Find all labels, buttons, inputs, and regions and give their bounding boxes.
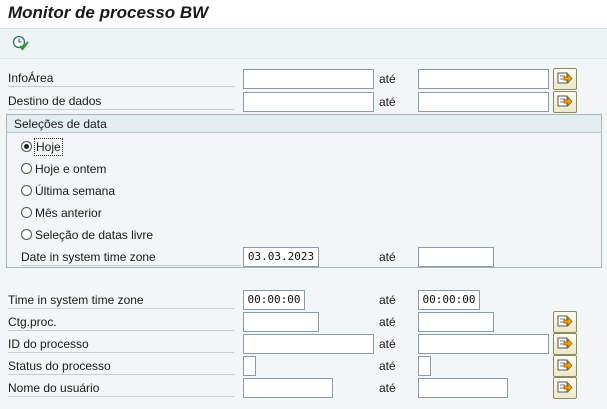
execute-button[interactable]	[11, 34, 31, 52]
infoarea-label: InfoÁrea	[8, 70, 234, 87]
time-system-zone-to-label: até	[379, 293, 396, 307]
radio-previous-month-label: Mês anterior	[35, 206, 102, 220]
multiple-selection-icon	[557, 315, 573, 327]
process-category-to-label: até	[379, 315, 396, 329]
data-target-multiple-selection-button[interactable]	[553, 91, 577, 113]
data-target-to-input[interactable]	[418, 92, 549, 112]
infoarea-to-label: até	[379, 72, 396, 86]
time-system-zone-to-input[interactable]: 00:00:00	[418, 290, 480, 310]
radio-button[interactable]	[21, 163, 32, 174]
multiple-selection-icon	[557, 359, 573, 371]
user-name-multiple-selection-button[interactable]	[553, 377, 577, 399]
radio-button[interactable]	[21, 207, 32, 218]
radio-free-date-selection-label: Seleção de datas livre	[35, 228, 154, 242]
radio-last-week-label: Última semana	[35, 184, 116, 198]
process-id-label: ID do processo	[8, 336, 234, 353]
radio-button[interactable]	[21, 141, 32, 152]
multiple-selection-icon	[557, 337, 573, 349]
multiple-selection-icon	[557, 72, 573, 84]
user-name-to-input[interactable]	[418, 378, 508, 398]
process-status-from-input[interactable]	[243, 356, 256, 376]
process-status-multiple-selection-button[interactable]	[553, 355, 577, 377]
process-status-to-label: até	[379, 359, 396, 373]
execute-clock-icon	[12, 35, 29, 51]
radio-button[interactable]	[21, 229, 32, 240]
date-system-zone-to-label: até	[379, 250, 396, 264]
data-target-from-input[interactable]	[243, 92, 374, 112]
user-name-label: Nome do usuário	[8, 380, 234, 397]
radio-selected-dot	[24, 144, 29, 149]
application-toolbar	[0, 29, 607, 59]
data-target-to-label: até	[379, 95, 396, 109]
infoarea-from-input[interactable]	[243, 69, 374, 89]
date-selection-group-title: Seleções de data	[7, 115, 601, 133]
radio-button[interactable]	[21, 185, 32, 196]
process-id-to-input[interactable]	[418, 334, 549, 354]
process-id-multiple-selection-button[interactable]	[553, 333, 577, 355]
process-status-to-input[interactable]	[418, 356, 431, 376]
time-system-zone-from-input[interactable]: 00:00:00	[243, 290, 305, 310]
process-category-multiple-selection-button[interactable]	[553, 311, 577, 333]
page-title: Monitor de processo BW	[8, 3, 209, 22]
process-status-label: Status do processo	[8, 358, 234, 375]
process-category-from-input[interactable]	[243, 312, 319, 332]
user-name-from-input[interactable]	[243, 378, 333, 398]
date-system-zone-to-input[interactable]	[418, 247, 494, 267]
process-id-to-label: até	[379, 337, 396, 351]
date-selection-group: Seleções de data Hoje Hoje e ontem Últim…	[6, 114, 602, 268]
infoarea-to-input[interactable]	[418, 69, 549, 89]
date-system-zone-from-input[interactable]: 03.03.2023	[243, 247, 319, 267]
date-system-zone-label: Date in system time zone	[21, 249, 241, 266]
radio-today-label: Hoje	[34, 138, 63, 156]
process-category-label: Ctg.proc.	[8, 314, 234, 331]
multiple-selection-icon	[557, 381, 573, 393]
time-system-zone-label: Time in system time zone	[8, 292, 234, 309]
process-category-to-input[interactable]	[418, 312, 494, 332]
process-id-from-input[interactable]	[243, 334, 374, 354]
user-name-to-label: até	[379, 381, 396, 395]
title-bar: Monitor de processo BW	[0, 0, 607, 29]
data-target-label: Destino de dados	[8, 93, 234, 110]
radio-today-and-yesterday-label: Hoje e ontem	[35, 162, 107, 176]
infoarea-multiple-selection-button[interactable]	[553, 68, 577, 90]
multiple-selection-icon	[557, 95, 573, 107]
